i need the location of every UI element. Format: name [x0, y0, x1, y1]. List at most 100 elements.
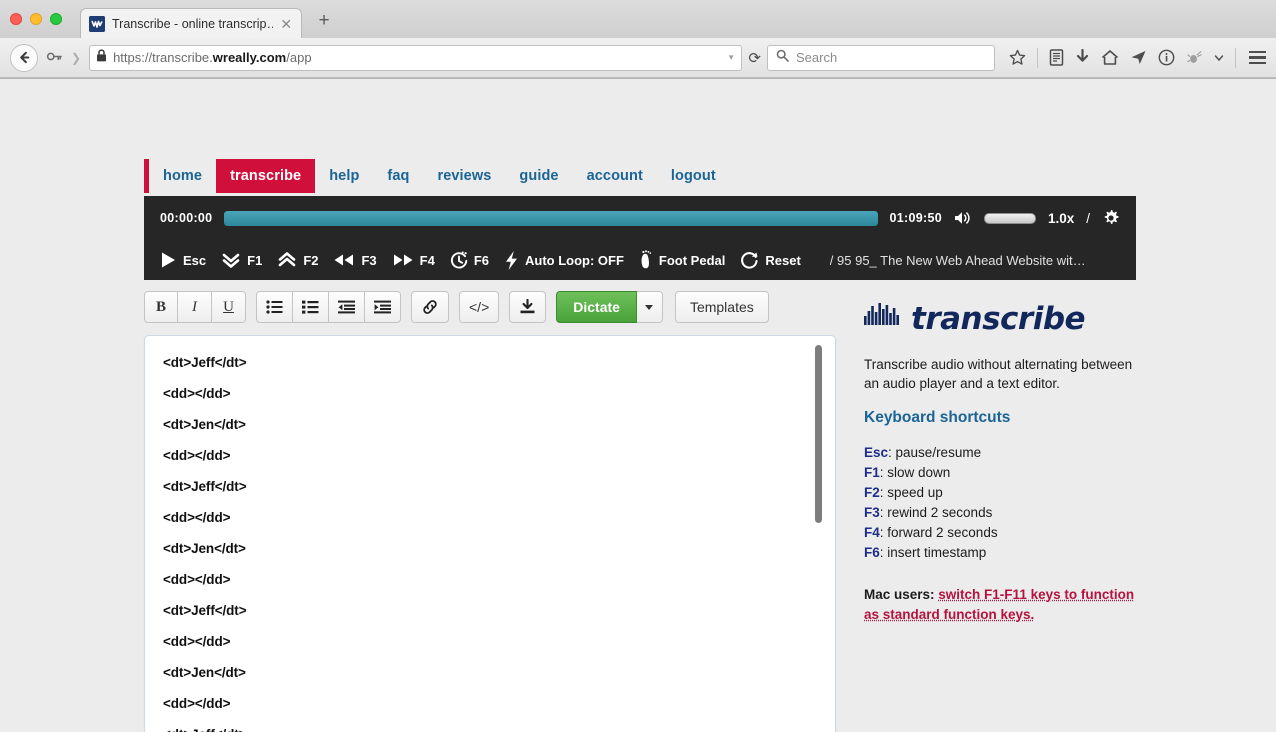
- unordered-list-button[interactable]: [256, 291, 293, 323]
- outdent-button[interactable]: [329, 291, 365, 323]
- rewind-control[interactable]: F3: [333, 253, 385, 268]
- playback-speed[interactable]: 1.0x: [1048, 211, 1074, 226]
- nav-item-logout[interactable]: logout: [657, 159, 730, 193]
- link-group: [411, 291, 449, 323]
- keyboard-shortcuts-title[interactable]: Keyboard shortcuts: [864, 409, 1144, 427]
- player-progress-row: 00:00:00 01:09:50 1.0x /: [144, 196, 1136, 240]
- nav-item-faq[interactable]: faq: [373, 159, 423, 193]
- url-bar[interactable]: https://transcribe.wreally.com/app ▾: [89, 45, 742, 71]
- forward-control[interactable]: F4: [392, 253, 444, 268]
- shortcut-desc: : forward 2 seconds: [880, 525, 998, 540]
- nav-item-home[interactable]: home: [149, 159, 216, 193]
- auto-loop-control[interactable]: Auto Loop: OFF: [504, 250, 633, 271]
- indent-icon: [374, 300, 391, 314]
- indent-button[interactable]: [365, 291, 401, 323]
- shortcut-key: F1: [864, 465, 880, 480]
- browser-chrome: Transcribe - online transcrip… ✕ + ❯ htt…: [0, 0, 1276, 79]
- link-button[interactable]: [411, 291, 449, 323]
- close-window-button[interactable]: [10, 13, 22, 25]
- url-dropdown-caret-icon[interactable]: ▾: [729, 52, 734, 63]
- nav-item-account[interactable]: account: [573, 159, 657, 193]
- browser-tab[interactable]: Transcribe - online transcrip… ✕: [80, 8, 302, 38]
- bug-icon[interactable]: [1186, 49, 1203, 66]
- dictate-dropdown-button[interactable]: [637, 291, 663, 323]
- close-tab-icon[interactable]: ✕: [280, 17, 293, 31]
- maximize-window-button[interactable]: [50, 13, 62, 25]
- gear-icon[interactable]: [1102, 209, 1120, 227]
- star-icon[interactable]: [1009, 49, 1026, 66]
- tab-strip: Transcribe - online transcrip… ✕ +: [0, 0, 1276, 38]
- new-tab-button[interactable]: +: [314, 10, 334, 32]
- shortcut-key: F2: [864, 485, 880, 500]
- reset-icon: [740, 251, 759, 270]
- info-icon[interactable]: [1158, 49, 1175, 66]
- transcript-editor[interactable]: <dt>Jeff</dt> <dd></dd> <dt>Jen</dt> <dd…: [144, 335, 836, 732]
- slow-down-control[interactable]: F1: [221, 251, 271, 269]
- shortcut-key: Esc: [864, 445, 888, 460]
- chevron-down-icon: [645, 305, 653, 310]
- menu-icon[interactable]: [1247, 51, 1266, 65]
- code-group: </>: [459, 291, 499, 323]
- progress-bar[interactable]: [224, 211, 877, 226]
- reader-icon[interactable]: [1049, 49, 1064, 66]
- logo-text: transcribe: [911, 301, 1085, 337]
- templates-button[interactable]: Templates: [675, 291, 769, 323]
- editor-line: <dt>Jeff</dt>: [163, 595, 817, 626]
- nav-item-help[interactable]: help: [315, 159, 373, 193]
- play-control[interactable]: Esc: [160, 251, 215, 269]
- nav-item-guide[interactable]: guide: [505, 159, 572, 193]
- play-shortcut-label: Esc: [183, 253, 206, 268]
- slow-down-shortcut-label: F1: [247, 253, 262, 268]
- search-input[interactable]: Search: [767, 45, 995, 71]
- ordered-list-button[interactable]: [293, 291, 329, 323]
- source-code-button[interactable]: </>: [459, 291, 499, 323]
- back-button[interactable]: [10, 44, 38, 72]
- editor-line: <dd></dd>: [163, 502, 817, 533]
- timestamp-shortcut-label: F6: [474, 253, 489, 268]
- list-indent-group: [256, 291, 401, 323]
- key-icon[interactable]: [44, 49, 65, 67]
- editor-line: <dt>Jeff</dt>: [163, 471, 817, 502]
- bold-button[interactable]: B: [144, 291, 178, 323]
- editor-line: <dt>Jen</dt>: [163, 409, 817, 440]
- search-placeholder: Search: [796, 50, 837, 65]
- transcribe-logo: transcribe: [864, 301, 1144, 337]
- auto-loop-label: Auto Loop: OFF: [525, 253, 624, 268]
- shortcut-row: F6: insert timestamp: [864, 543, 1144, 563]
- downloads-icon[interactable]: [1075, 49, 1090, 66]
- download-button[interactable]: [509, 291, 546, 323]
- shortcut-desc: : pause/resume: [888, 445, 981, 460]
- browser-navigation-bar: ❯ https://transcribe.wreally.com/app ▾ ⟳: [0, 38, 1276, 78]
- italic-button[interactable]: I: [178, 291, 212, 323]
- minimize-window-button[interactable]: [30, 13, 42, 25]
- reset-label: Reset: [765, 253, 800, 268]
- underline-button[interactable]: U: [212, 291, 246, 323]
- nav-item-transcribe[interactable]: transcribe: [216, 159, 315, 193]
- browser-toolbar-icons: [1001, 48, 1266, 68]
- play-icon: [160, 251, 177, 269]
- transcript-editor-content[interactable]: <dt>Jeff</dt> <dd></dd> <dt>Jen</dt> <dd…: [145, 336, 835, 732]
- reset-control[interactable]: Reset: [740, 251, 809, 270]
- shortcut-key: F6: [864, 545, 880, 560]
- lock-icon: [96, 49, 107, 67]
- nav-item-reviews[interactable]: reviews: [423, 159, 505, 193]
- mac-users-note: Mac users: switch F1-F11 keys to functio…: [864, 585, 1144, 625]
- editor-scrollbar[interactable]: [815, 345, 822, 523]
- dictate-button[interactable]: Dictate: [556, 291, 637, 323]
- foot-pedal-control[interactable]: Foot Pedal: [639, 250, 734, 271]
- overflow-caret-icon[interactable]: [1214, 54, 1224, 62]
- volume-icon[interactable]: [954, 210, 972, 226]
- text-style-group: B I U: [144, 291, 246, 323]
- volume-slider[interactable]: [984, 213, 1036, 224]
- search-icon: [776, 49, 789, 67]
- download-icon: [519, 299, 536, 315]
- timestamp-control[interactable]: F6: [450, 251, 498, 270]
- pocket-icon[interactable]: [1130, 49, 1147, 66]
- speed-up-control[interactable]: F2: [277, 251, 327, 269]
- page-content: home transcribe help faq reviews guide a…: [0, 79, 1276, 732]
- speed-separator: /: [1086, 211, 1090, 226]
- track-title: / 95 95_ The New Web Ahead Website wit…: [830, 253, 1086, 268]
- reload-icon[interactable]: ⟳: [748, 49, 761, 67]
- home-icon[interactable]: [1101, 49, 1119, 66]
- foot-pedal-icon: [639, 250, 653, 271]
